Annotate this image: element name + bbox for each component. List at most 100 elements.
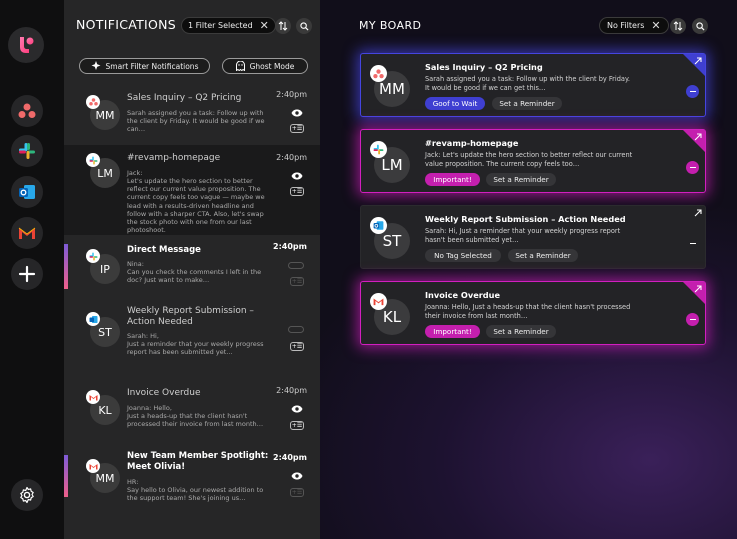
search-button[interactable] [296, 18, 312, 34]
slack-icon [86, 249, 100, 263]
remove-button[interactable] [686, 161, 699, 174]
board-filter-chip[interactable]: No Filters ✕ [599, 17, 669, 34]
minus-icon [689, 318, 696, 321]
unread-indicator [64, 455, 68, 497]
ghost-eye-toggle[interactable] [288, 262, 304, 269]
board-search-button[interactable] [692, 18, 708, 34]
card-title: #revamp-homepage [425, 138, 519, 148]
add-tag-button[interactable]: +☰ [290, 187, 304, 196]
minus-icon [689, 90, 696, 93]
notification-body: Say hello to Olivia, our newest addition… [127, 486, 264, 503]
app-logo[interactable] [8, 27, 44, 63]
ghost-mode-button[interactable]: Ghost Mode [222, 58, 308, 74]
gmail-icon [86, 459, 100, 473]
board-sort-button[interactable] [670, 18, 686, 34]
notifications-title: NOTIFICATIONS [76, 17, 177, 32]
card-body: Sarah: Hi, Just a reminder that your wee… [425, 227, 621, 244]
add-app-button[interactable] [11, 258, 43, 290]
eye-icon[interactable] [291, 172, 303, 180]
sparkle-icon [91, 61, 100, 70]
expand-corner-icon[interactable] [683, 206, 705, 228]
board-card[interactable]: ST Weekly Report Submission – Action Nee… [360, 205, 706, 269]
board-card[interactable]: KL Invoice Overdue Joanna: Hello, Just a… [360, 281, 706, 345]
search-icon [299, 21, 309, 31]
eye-icon[interactable] [291, 405, 303, 413]
close-icon[interactable]: ✕ [260, 20, 269, 31]
notification-title: #revamp-homepage [127, 153, 221, 163]
remove-button[interactable] [686, 313, 699, 326]
tag-button[interactable]: Important! [425, 325, 480, 338]
sort-button[interactable] [275, 18, 291, 34]
tag-button[interactable]: Important! [425, 173, 480, 186]
notification-body: Sarah assigned you a task: Follow up wit… [127, 109, 265, 134]
notification-item[interactable]: MM Sales Inquiry – Q2 Pricing Sarah assi… [64, 82, 320, 145]
ghost-icon [235, 61, 245, 71]
ghost-eye-toggle[interactable] [288, 326, 304, 333]
notification-time: 2:40pm [276, 153, 307, 162]
add-tag-button[interactable]: +☰ [290, 277, 304, 286]
close-icon[interactable]: ✕ [651, 20, 660, 31]
gmail-icon [18, 227, 36, 239]
board-card[interactable]: MM Sales Inquiry – Q2 Pricing Sarah assi… [360, 53, 706, 117]
gear-icon [20, 486, 34, 504]
notification-time: 2:40pm [273, 453, 307, 462]
set-reminder-button[interactable]: Set a Reminder [486, 325, 556, 338]
outlook-icon [86, 312, 100, 326]
expand-corner-icon[interactable] [683, 282, 705, 304]
set-reminder-button[interactable]: Set a Reminder [508, 249, 578, 262]
notification-body: Just a reminder that your weekly progres… [127, 340, 264, 357]
outlook-icon [370, 217, 387, 234]
notification-item[interactable]: ST Weekly Report Submission – Action Nee… [64, 299, 320, 374]
minus-icon [689, 166, 696, 169]
filter-chip[interactable]: 1 Filter Selected ✕ [181, 17, 276, 34]
filter-chip-label: 1 Filter Selected [188, 21, 253, 30]
add-tag-button[interactable]: +☰ [290, 421, 304, 430]
slack-app-button[interactable] [11, 135, 43, 167]
slack-icon [370, 141, 387, 158]
smart-filter-button[interactable]: Smart Filter Notifications [79, 58, 210, 74]
notification-body: Let's update the hero section to better … [127, 177, 265, 235]
set-reminder-button[interactable]: Set a Reminder [486, 173, 556, 186]
add-tag-button[interactable]: +☰ [290, 488, 304, 497]
logo-icon [20, 37, 34, 53]
sort-icon [278, 21, 288, 31]
card-body: Jack: Let's update the hero section to b… [425, 151, 633, 168]
expand-corner-icon[interactable] [683, 130, 705, 152]
asana-icon [86, 95, 100, 109]
gmail-app-button[interactable] [11, 217, 43, 249]
eye-icon[interactable] [291, 472, 303, 480]
ghost-mode-label: Ghost Mode [249, 61, 295, 71]
remove-button[interactable] [686, 237, 699, 250]
notification-item[interactable]: IP Direct Message Nina: Can you check th… [64, 235, 320, 299]
notification-sender: Sarah: Hi, [127, 332, 159, 340]
notification-title: Invoice Overdue [127, 388, 201, 398]
sort-icon [673, 21, 683, 31]
tag-button[interactable]: Goof to Wait [425, 97, 485, 110]
notification-body: Just a heads-up that the client hasn't p… [127, 412, 264, 429]
notification-item[interactable]: MM New Team Member Spotlight: Meet Olivi… [64, 444, 320, 539]
card-body: Joanna: Hello, Just a heads-up that the … [425, 303, 631, 320]
smart-filter-label: Smart Filter Notifications [105, 61, 199, 71]
outlook-icon [19, 185, 35, 199]
slack-icon [19, 143, 35, 159]
notification-item[interactable]: KL Invoice Overdue Joanna: Hello, Just a… [64, 374, 320, 444]
notification-title: Sales Inquiry – Q2 Pricing [127, 93, 242, 103]
unread-indicator [64, 244, 68, 289]
board-card[interactable]: LM #revamp-homepage Jack: Let's update t… [360, 129, 706, 193]
plus-icon [18, 265, 36, 283]
outlook-app-button[interactable] [11, 176, 43, 208]
app-rail [0, 0, 64, 539]
asana-app-button[interactable] [11, 95, 43, 127]
add-tag-button[interactable]: +☰ [290, 342, 304, 351]
remove-button[interactable] [686, 85, 699, 98]
set-reminder-button[interactable]: Set a Reminder [492, 97, 562, 110]
notification-item[interactable]: LM #revamp-homepage Jack: Let's update t… [64, 145, 320, 235]
search-icon [695, 21, 705, 31]
notification-time: 2:40pm [273, 242, 307, 251]
settings-button[interactable] [11, 479, 43, 511]
add-tag-button[interactable]: +☰ [290, 124, 304, 133]
tag-button[interactable]: No Tag Selected [425, 249, 501, 262]
slack-icon [86, 153, 100, 167]
expand-corner-icon[interactable] [683, 54, 705, 76]
eye-icon[interactable] [291, 109, 303, 117]
